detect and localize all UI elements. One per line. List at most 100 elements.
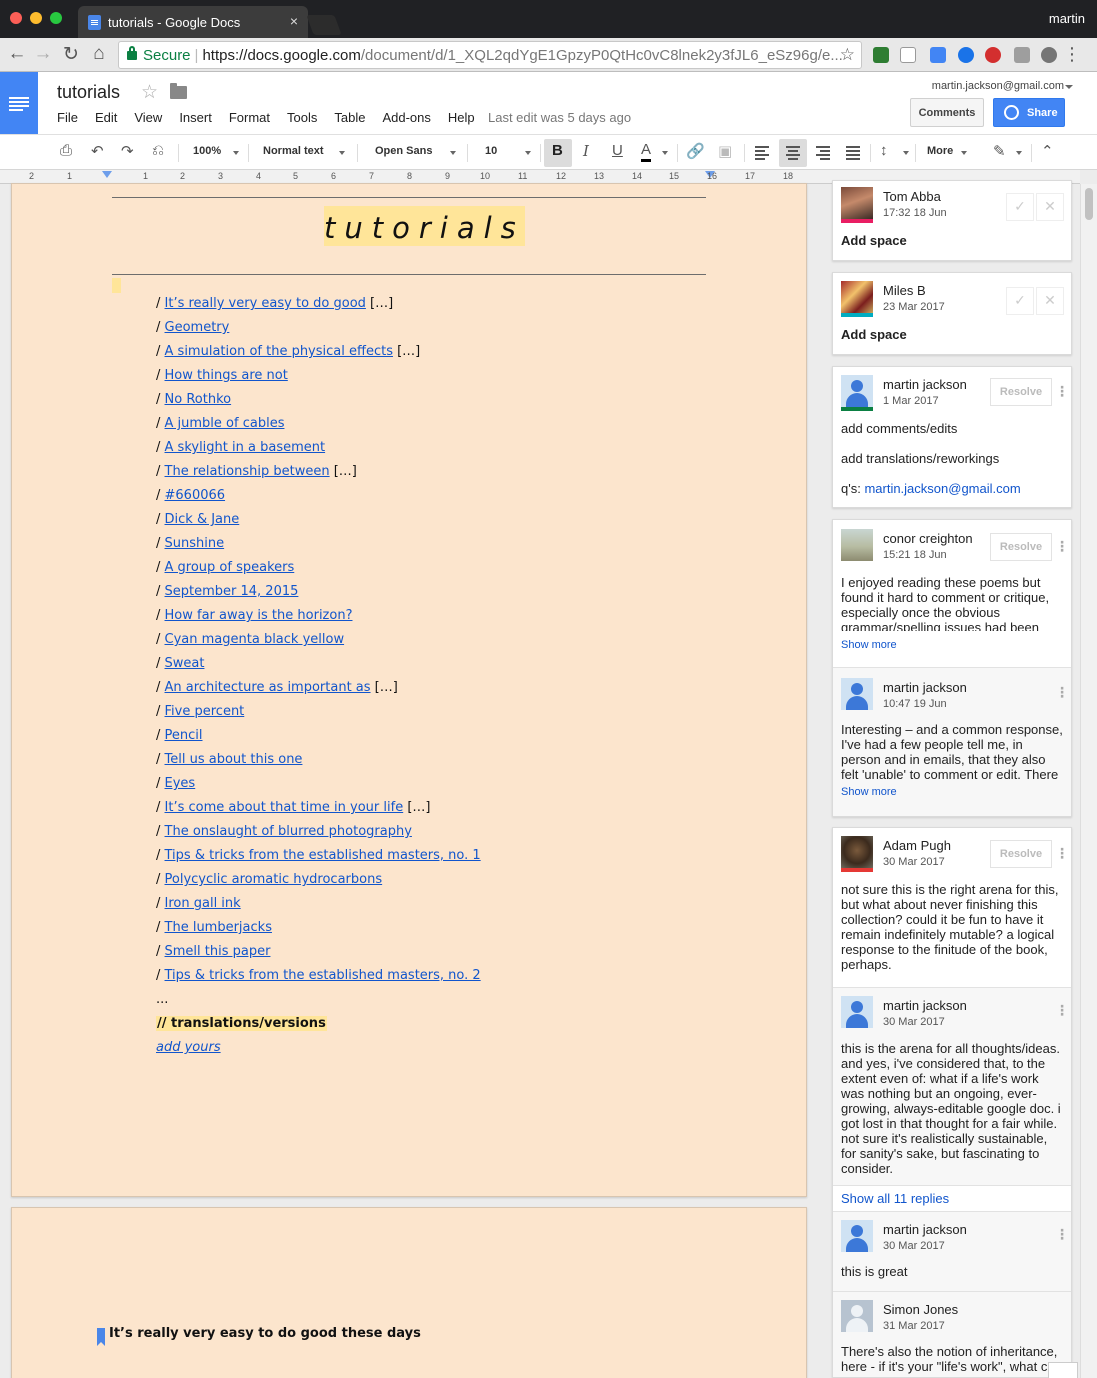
docs-home-icon[interactable] xyxy=(0,72,38,134)
folder-icon[interactable] xyxy=(170,83,187,99)
accept-suggestion-check-icon[interactable]: ✓ xyxy=(1006,287,1034,315)
show-more-link[interactable]: Show more xyxy=(841,639,897,651)
entry-link[interactable]: Smell this paper xyxy=(165,944,271,959)
entry-link[interactable]: Five percent xyxy=(165,704,245,719)
bookmark-icon[interactable] xyxy=(97,1328,105,1346)
vertical-scrollbar[interactable] xyxy=(1080,184,1097,1378)
comment-card-adam-pugh[interactable]: Adam Pugh 30 Mar 2017 Resolve ⋮ not sure… xyxy=(832,827,1072,1378)
document-title[interactable]: tutorials xyxy=(57,82,120,103)
print-icon[interactable]: ⎙ xyxy=(60,142,72,164)
menu-tools[interactable]: Tools xyxy=(287,110,317,125)
forward-arrow-icon[interactable]: → xyxy=(32,43,54,65)
document-canvas[interactable]: tutorials / It’s really very easy to do … xyxy=(0,183,820,1378)
account-caret-icon[interactable] xyxy=(1065,85,1073,89)
add-comment-icon[interactable]: ▣ xyxy=(718,142,732,164)
reject-suggestion-close-icon[interactable]: ✕ xyxy=(1036,193,1064,221)
align-center-icon[interactable] xyxy=(779,139,807,167)
entry-link[interactable]: #660066 xyxy=(165,488,226,503)
reply[interactable]: martin jackson 10:47 19 Jun ⋮ Interestin… xyxy=(833,667,1071,816)
reply[interactable]: Simon Jones 31 Mar 2017 There's also the… xyxy=(833,1291,1071,1377)
extension-adblock-icon[interactable] xyxy=(985,47,1001,63)
suggestion-card-tom-abba[interactable]: Tom Abba 17:32 18 Jun ✓ ✕ Add space xyxy=(832,180,1072,261)
reject-suggestion-close-icon[interactable]: ✕ xyxy=(1036,287,1064,315)
entry-link[interactable]: Geometry xyxy=(165,320,230,335)
menu-view[interactable]: View xyxy=(134,110,162,125)
explore-button[interactable] xyxy=(1048,1362,1078,1378)
browser-tab[interactable]: tutorials - Google Docs × xyxy=(78,6,308,38)
paint-format-icon[interactable]: ⎌ xyxy=(152,142,164,164)
menu-insert[interactable]: Insert xyxy=(179,110,212,125)
entry-link[interactable]: Iron gall ink xyxy=(165,896,241,911)
add-yours-link[interactable]: add yours xyxy=(156,1040,221,1055)
entry-link[interactable]: The relationship between xyxy=(165,464,330,479)
url-input[interactable]: Secure | https://docs.google.com/document/… xyxy=(118,41,862,69)
bold-button[interactable]: B xyxy=(552,142,563,164)
entry-link[interactable]: Dick & Jane xyxy=(165,512,240,527)
more-options-icon[interactable]: ⋮ xyxy=(1055,845,1069,862)
extension-drive-icon[interactable] xyxy=(1041,47,1057,63)
menu-file[interactable]: File xyxy=(57,110,78,125)
entry-link[interactable]: Sunshine xyxy=(165,536,225,551)
menu-table[interactable]: Table xyxy=(334,110,365,125)
entry-link[interactable]: A jumble of cables xyxy=(165,416,285,431)
entry-link[interactable]: Tips & tricks from the established maste… xyxy=(165,968,481,983)
undo-icon[interactable]: ↶ xyxy=(91,142,104,164)
back-arrow-icon[interactable]: ← xyxy=(6,43,28,65)
home-icon[interactable]: ⌂ xyxy=(88,43,110,65)
entry-link[interactable]: How things are not xyxy=(165,368,288,383)
share-button[interactable]: Share xyxy=(993,98,1065,127)
italic-button[interactable]: I xyxy=(583,142,589,164)
entry-link[interactable]: A simulation of the physical effects xyxy=(165,344,393,359)
close-window-button[interactable] xyxy=(10,12,22,24)
more-options-icon[interactable]: ⋮ xyxy=(1055,538,1069,555)
suggestion-card-miles-b[interactable]: Miles B 23 Mar 2017 ✓ ✕ Add space xyxy=(832,272,1072,355)
paragraph-style-select[interactable]: Normal text xyxy=(263,145,324,157)
accept-suggestion-check-icon[interactable]: ✓ xyxy=(1006,193,1034,221)
redo-icon[interactable]: ↷ xyxy=(121,142,134,164)
comment[interactable]: conor creighton 15:21 18 Jun Resolve ⋮ I… xyxy=(833,520,1071,667)
menu-help[interactable]: Help xyxy=(448,110,475,125)
entry-link[interactable]: No Rothko xyxy=(165,392,232,407)
more-button[interactable]: More xyxy=(927,145,953,157)
extension-green-icon[interactable] xyxy=(873,47,889,63)
entry-link[interactable]: A group of speakers xyxy=(165,560,295,575)
resolve-button[interactable]: Resolve xyxy=(990,840,1052,868)
email-link[interactable]: martin.jackson@gmail.com xyxy=(864,481,1020,496)
more-options-icon[interactable]: ⋮ xyxy=(1055,684,1069,701)
zoom-select[interactable]: 100% xyxy=(193,145,221,157)
resolve-button[interactable]: Resolve xyxy=(990,533,1052,561)
menu-format[interactable]: Format xyxy=(229,110,270,125)
tab-close-icon[interactable]: × xyxy=(290,13,298,29)
font-size-select[interactable]: 10 xyxy=(485,145,497,157)
show-more-link[interactable]: Show more xyxy=(841,786,897,798)
editing-mode-pencil-icon[interactable]: ✎ xyxy=(993,142,1006,164)
menu-addons[interactable]: Add-ons xyxy=(382,110,430,125)
reload-icon[interactable]: ↻ xyxy=(60,43,82,66)
comments-button[interactable]: Comments xyxy=(910,98,984,127)
resolve-button[interactable]: Resolve xyxy=(990,378,1052,406)
entry-link[interactable]: An architecture as important as xyxy=(165,680,371,695)
line-spacing-icon[interactable]: ↕ xyxy=(880,142,888,164)
comment-card-conor-creighton[interactable]: conor creighton 15:21 18 Jun Resolve ⋮ I… xyxy=(832,519,1072,817)
entry-link[interactable]: The onslaught of blurred photography xyxy=(165,824,412,839)
text-color-button[interactable]: A xyxy=(641,142,652,162)
entry-link[interactable]: It’s come about that time in your life xyxy=(165,800,404,815)
reply[interactable]: martin jackson 30 Mar 2017 ⋮ this is gre… xyxy=(833,1211,1071,1291)
more-options-icon[interactable]: ⋮ xyxy=(1055,383,1069,400)
show-all-replies-row[interactable]: Show all 11 replies xyxy=(833,1185,1071,1211)
last-edit-link[interactable]: Last edit was 5 days ago xyxy=(488,110,631,125)
show-all-replies-link[interactable]: Show all 11 replies xyxy=(841,1191,949,1206)
star-icon[interactable]: ☆ xyxy=(141,81,158,104)
reply[interactable]: martin jackson 30 Mar 2017 ⋮ this is the… xyxy=(833,987,1071,1185)
entry-link[interactable]: Pencil xyxy=(165,728,203,743)
entry-link[interactable]: Tell us about this one xyxy=(165,752,303,767)
entry-link[interactable]: It’s really very easy to do good xyxy=(165,296,366,311)
insert-link-icon[interactable]: 🔗 xyxy=(686,142,705,164)
collapse-chevron-up-icon[interactable]: ⌃ xyxy=(1041,142,1054,164)
entry-link[interactable]: September 14, 2015 xyxy=(165,584,299,599)
comment-card-martin-jackson[interactable]: martin jackson 1 Mar 2017 Resolve ⋮ add … xyxy=(832,366,1072,508)
new-tab-button[interactable] xyxy=(306,15,342,35)
entry-link[interactable]: A skylight in a basement xyxy=(165,440,326,455)
extension-evernote-icon[interactable] xyxy=(900,47,916,63)
entry-link[interactable]: Sweat xyxy=(165,656,205,671)
